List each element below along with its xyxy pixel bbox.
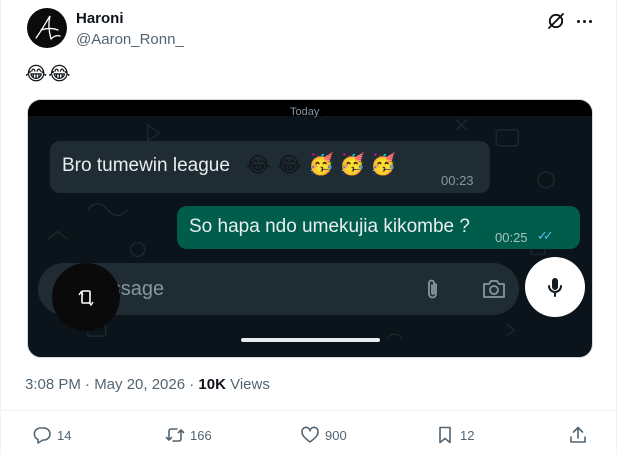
- bookmark-icon: [439, 426, 451, 444]
- incoming-message-text: Bro tumewin league: [62, 155, 230, 176]
- like-count: 900: [325, 427, 347, 443]
- incoming-message: Bro tumewin league 😂 😂 🥳 🥳 🥳 00:23: [50, 141, 490, 193]
- party-emoji: 🥳: [339, 153, 366, 176]
- views-label: Views: [225, 376, 270, 393]
- bookmark-button[interactable]: 12: [435, 425, 474, 445]
- author-name[interactable]: Haroni: [76, 10, 124, 27]
- media-attachment[interactable]: Today Bro tumewin league 😂 😂 🥳 🥳 🥳 00:23…: [27, 99, 593, 358]
- reply-count: 14: [57, 427, 72, 443]
- repost-icon: [165, 428, 185, 442]
- repost-count: 166: [190, 427, 212, 443]
- laughing-emoji: 😂: [246, 154, 271, 177]
- camera-icon: [483, 280, 505, 298]
- bookmark-count: 12: [460, 427, 475, 443]
- avatar-signature-icon: [35, 15, 61, 40]
- rotate-button: [52, 263, 120, 331]
- grok-icon[interactable]: [546, 11, 566, 31]
- like-icon: [301, 426, 319, 443]
- outgoing-message-text: So hapa ndo umekujia kikombe ?: [189, 216, 470, 237]
- mic-icon: [548, 278, 562, 297]
- home-indicator: [241, 338, 380, 342]
- rotate-icon: [78, 290, 94, 307]
- share-icon: [570, 426, 586, 443]
- tweet: Haroni @Aaron_Ronn_ 😂😂 Today Bro tumewin…: [0, 0, 617, 454]
- action-bar: 14 166 900 12: [1, 410, 617, 454]
- reply-icon: [33, 427, 51, 444]
- tweet-timestamp[interactable]: 3:08 PM · May 20, 2026 ·: [25, 376, 198, 393]
- reply-button[interactable]: 14: [32, 425, 71, 445]
- outgoing-time: 00:25: [495, 230, 528, 245]
- views-count: 10K: [198, 376, 226, 393]
- avatar[interactable]: [27, 8, 67, 48]
- more-icon[interactable]: [574, 11, 594, 31]
- tweet-meta: 3:08 PM · May 20, 2026 · 10K Views: [25, 376, 270, 393]
- laughing-emoji: 😂: [277, 154, 302, 177]
- author-handle[interactable]: @Aaron_Ronn_: [76, 31, 184, 48]
- party-emoji: 🥳: [370, 153, 397, 176]
- share-button[interactable]: [568, 425, 588, 445]
- mic-button: [525, 257, 585, 317]
- date-chip: Today: [290, 106, 320, 118]
- outgoing-message: So hapa ndo umekujia kikombe ? 00:25 ✓✓: [177, 206, 580, 249]
- repost-button[interactable]: 166: [165, 425, 212, 445]
- tweet-text: 😂😂: [25, 64, 72, 85]
- party-emoji: 🥳: [308, 153, 335, 176]
- read-ticks-icon: ✓✓: [537, 228, 554, 243]
- attach-icon: [428, 279, 437, 299]
- like-button[interactable]: 900: [300, 425, 347, 445]
- incoming-time: 00:23: [441, 173, 474, 188]
